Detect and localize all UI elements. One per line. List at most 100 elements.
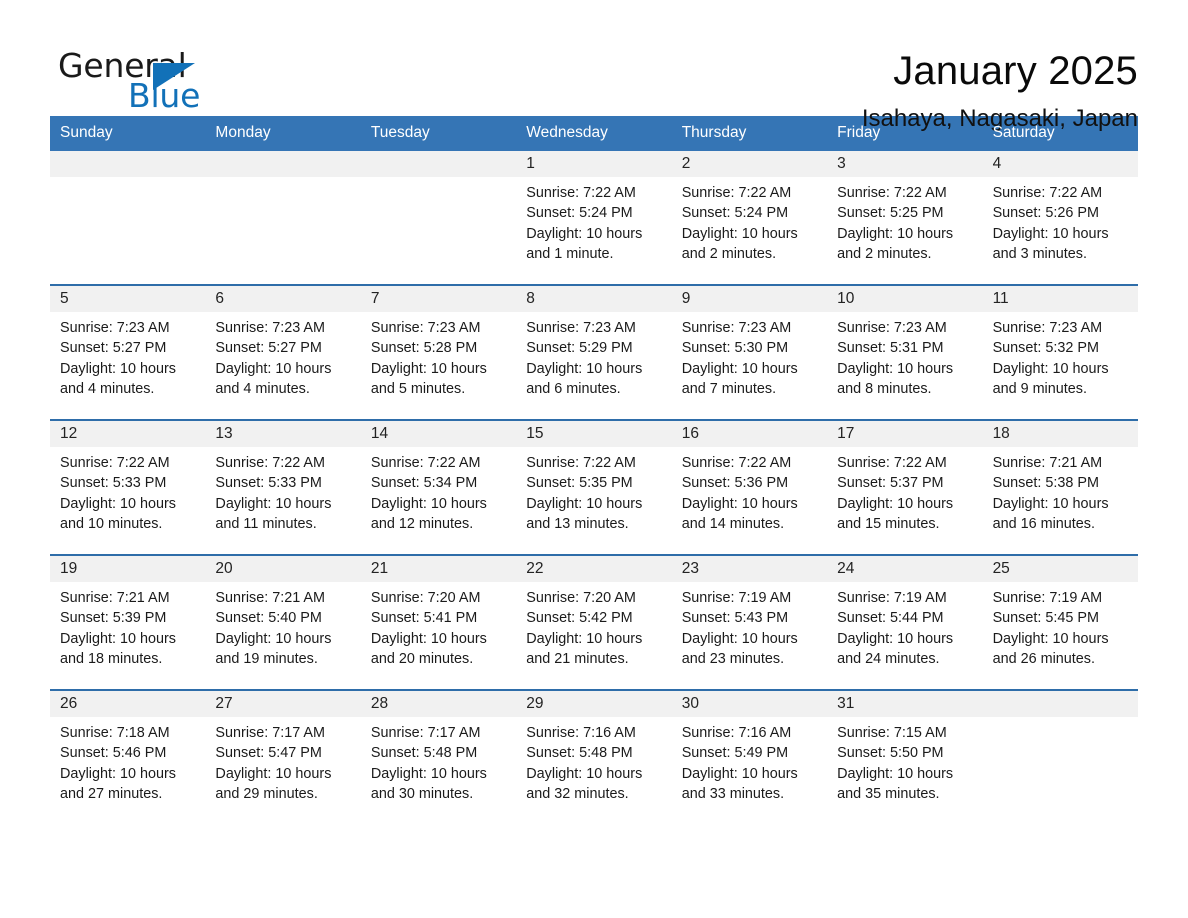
calendar-day-cell[interactable]: 6 Sunrise: 7:23 AM Sunset: 5:27 PM Daylight…	[205, 286, 361, 419]
calendar-day-cell[interactable]: 3 Sunrise: 7:22 AM Sunset: 5:25 PM Daylight…	[827, 151, 983, 284]
calendar-day-cell[interactable]: 22 Sunrise: 7:20 AM Sunset: 5:42 PM Dayligh…	[516, 556, 672, 689]
day-detail-line: Daylight: 10 hours	[370, 630, 487, 647]
day-detail-line: and 35 minutes.	[837, 785, 940, 802]
day-number: 11	[992, 290, 1009, 307]
day-number-band: 13	[205, 421, 361, 447]
calendar-day-cell[interactable]: 29 Sunrise: 7:16 AM Sunset: 5:48 PM Dayligh…	[516, 691, 672, 824]
calendar-day-cell[interactable]: 28 Sunrise: 7:17 AM Sunset: 5:48 PM Dayligh…	[360, 691, 517, 824]
day-detail-line: Sunrise: 7:22 AM	[837, 455, 947, 471]
calendar-day-cell[interactable]: 18 Sunrise: 7:21 AM Sunset: 5:38 PM Dayligh…	[982, 421, 1138, 554]
calendar-day-cell[interactable]: 25 Sunrise: 7:19 AM Sunset: 5:45 PM Dayligh…	[982, 556, 1138, 689]
calendar-day-cell[interactable]: 11 Sunrise: 7:23 AM Sunset: 5:32 PM Dayligh…	[982, 286, 1138, 419]
day-detail-line: Daylight: 10 hours	[526, 360, 643, 377]
logo-text-blue: Blue	[128, 76, 201, 115]
day-detail-line: Sunset: 5:39 PM	[60, 610, 167, 627]
calendar-day-cell[interactable]: 20 Sunrise: 7:21 AM Sunset: 5:40 PM Dayligh…	[205, 556, 361, 689]
day-detail-line: Daylight: 10 hours	[215, 495, 332, 512]
day-detail-line: and 11 minutes.	[215, 515, 317, 532]
day-detail-line: and 30 minutes.	[370, 785, 474, 802]
day-detail-line: Sunrise: 7:21 AM	[215, 590, 326, 606]
day-number: 26	[60, 695, 78, 712]
day-details: Sunrise: 7:22 AM Sunset: 5:36 PM Daylight:…	[672, 447, 827, 534]
day-detail-line: Daylight: 10 hours	[837, 765, 954, 782]
day-details: Sunrise: 7:22 AM Sunset: 5:37 PM Daylight:…	[827, 447, 982, 534]
day-details: Sunrise: 7:19 AM Sunset: 5:43 PM Daylight:…	[672, 582, 827, 669]
calendar-day-cell[interactable]: 8 Sunrise: 7:23 AM Sunset: 5:29 PM Daylight…	[516, 286, 672, 419]
day-number: 3	[837, 155, 846, 172]
day-number-band: 25	[982, 556, 1138, 582]
day-details: Sunrise: 7:23 AM Sunset: 5:28 PM Daylight:…	[361, 312, 516, 399]
day-detail-line: Daylight: 10 hours	[60, 765, 176, 782]
day-detail-line: Sunrise: 7:22 AM	[526, 455, 636, 471]
day-detail-line: Sunrise: 7:22 AM	[992, 185, 1103, 201]
day-detail-line: Sunset: 5:41 PM	[370, 610, 478, 627]
calendar-day-cell[interactable]: 10 Sunrise: 7:23 AM Sunset: 5:31 PM Dayligh…	[827, 286, 983, 419]
day-detail-line: and 2 minutes.	[681, 245, 777, 262]
calendar-week-row: 5 Sunrise: 7:23 AM Sunset: 5:27 PM Daylight…	[50, 284, 1138, 419]
day-detail-line: and 16 minutes.	[992, 515, 1095, 532]
calendar-day-cell[interactable]: 24 Sunrise: 7:19 AM Sunset: 5:44 PM Dayligh…	[827, 556, 983, 689]
calendar-day-cell[interactable]: 2 Sunrise: 7:22 AM Sunset: 5:24 PM Daylight…	[671, 151, 828, 284]
calendar-day-cell[interactable]: 9 Sunrise: 7:23 AM Sunset: 5:30 PM Daylight…	[671, 286, 828, 419]
day-number: 24	[837, 560, 855, 577]
day-number: 22	[526, 560, 544, 577]
calendar-day-cell[interactable]: 19 Sunrise: 7:21 AM Sunset: 5:39 PM Dayligh…	[50, 556, 206, 689]
day-details: Sunrise: 7:23 AM Sunset: 5:31 PM Daylight:…	[827, 312, 982, 399]
day-detail-line: and 13 minutes.	[526, 515, 629, 532]
day-detail-line: Sunset: 5:36 PM	[681, 475, 789, 492]
day-detail-line: Daylight: 10 hours	[837, 630, 954, 647]
day-detail-line: Sunrise: 7:22 AM	[681, 455, 792, 471]
day-number: 8	[526, 290, 535, 307]
day-details	[361, 177, 516, 183]
day-detail-line: Sunset: 5:27 PM	[215, 340, 322, 357]
day-detail-line: Sunset: 5:44 PM	[837, 610, 944, 627]
calendar-day-cell[interactable]: 16 Sunrise: 7:22 AM Sunset: 5:36 PM Dayligh…	[671, 421, 828, 554]
day-number-band: 24	[827, 556, 983, 582]
calendar-day-cell[interactable]: 5 Sunrise: 7:23 AM Sunset: 5:27 PM Daylight…	[50, 286, 206, 419]
day-number: 25	[992, 560, 1010, 577]
day-detail-line: Sunrise: 7:16 AM	[681, 725, 792, 741]
day-detail-line: and 14 minutes.	[681, 515, 785, 532]
day-detail-line: and 27 minutes.	[60, 785, 163, 802]
day-details: Sunrise: 7:21 AM Sunset: 5:40 PM Daylight:…	[205, 582, 360, 669]
day-detail-line: Sunset: 5:48 PM	[526, 745, 633, 762]
day-detail-line: and 21 minutes.	[526, 650, 629, 667]
weekday-header-wednesday: Wednesday	[526, 124, 608, 141]
day-detail-line: Daylight: 10 hours	[215, 360, 332, 377]
calendar-day-cell[interactable]: 27 Sunrise: 7:17 AM Sunset: 5:47 PM Dayligh…	[205, 691, 361, 824]
calendar-day-cell[interactable]: 7 Sunrise: 7:23 AM Sunset: 5:28 PM Daylight…	[360, 286, 517, 419]
day-detail-line: Sunset: 5:43 PM	[681, 610, 789, 627]
day-number-band: 8	[516, 286, 672, 312]
day-detail-line: and 5 minutes.	[370, 380, 466, 397]
calendar-day-cell[interactable]: 1 Sunrise: 7:22 AM Sunset: 5:24 PM Daylight…	[516, 151, 672, 284]
day-detail-line: Daylight: 10 hours	[370, 495, 487, 512]
day-detail-line: Sunset: 5:31 PM	[837, 340, 944, 357]
calendar-day-cell[interactable]: 4 Sunrise: 7:22 AM Sunset: 5:26 PM Daylight…	[982, 151, 1138, 284]
calendar-day-cell[interactable]: 26 Sunrise: 7:18 AM Sunset: 5:46 PM Dayligh…	[50, 691, 206, 824]
day-details: Sunrise: 7:21 AM Sunset: 5:39 PM Daylight:…	[50, 582, 205, 669]
calendar-week-row: 19 Sunrise: 7:21 AM Sunset: 5:39 PM Dayligh…	[50, 554, 1138, 689]
calendar-day-cell[interactable]: 12 Sunrise: 7:22 AM Sunset: 5:33 PM Dayligh…	[50, 421, 206, 554]
calendar-day-cell[interactable]: 23 Sunrise: 7:19 AM Sunset: 5:43 PM Dayligh…	[671, 556, 828, 689]
calendar-day-cell[interactable]: 31 Sunrise: 7:15 AM Sunset: 5:50 PM Dayligh…	[827, 691, 983, 824]
day-number-band: 14	[360, 421, 517, 447]
day-detail-line: Daylight: 10 hours	[526, 225, 643, 242]
day-number-band: 26	[50, 691, 206, 717]
weekday-header-monday: Monday	[215, 124, 271, 141]
calendar-day-cell[interactable]: 30 Sunrise: 7:16 AM Sunset: 5:49 PM Dayligh…	[671, 691, 828, 824]
calendar-day-cell[interactable]: 17 Sunrise: 7:22 AM Sunset: 5:37 PM Dayligh…	[827, 421, 983, 554]
day-number: 15	[526, 425, 544, 442]
day-detail-line: and 18 minutes.	[60, 650, 163, 667]
calendar-day-cell[interactable]: 21 Sunrise: 7:20 AM Sunset: 5:41 PM Dayligh…	[360, 556, 517, 689]
calendar-week-row: 26 Sunrise: 7:18 AM Sunset: 5:46 PM Dayligh…	[50, 689, 1138, 824]
calendar-day-cell[interactable]: 15 Sunrise: 7:22 AM Sunset: 5:35 PM Dayligh…	[516, 421, 672, 554]
day-detail-line: Sunrise: 7:23 AM	[215, 320, 326, 336]
day-detail-line: Daylight: 10 hours	[681, 360, 798, 377]
day-number-band	[205, 151, 361, 177]
calendar-weeks: 1 Sunrise: 7:22 AM Sunset: 5:24 PM Daylight…	[50, 151, 1138, 824]
day-number-band: 3	[827, 151, 983, 177]
day-number-band	[50, 151, 206, 177]
day-detail-line: Sunset: 5:48 PM	[370, 745, 478, 762]
calendar-day-cell[interactable]: 14 Sunrise: 7:22 AM Sunset: 5:34 PM Dayligh…	[360, 421, 517, 554]
calendar-day-cell[interactable]: 13 Sunrise: 7:22 AM Sunset: 5:33 PM Dayligh…	[205, 421, 361, 554]
